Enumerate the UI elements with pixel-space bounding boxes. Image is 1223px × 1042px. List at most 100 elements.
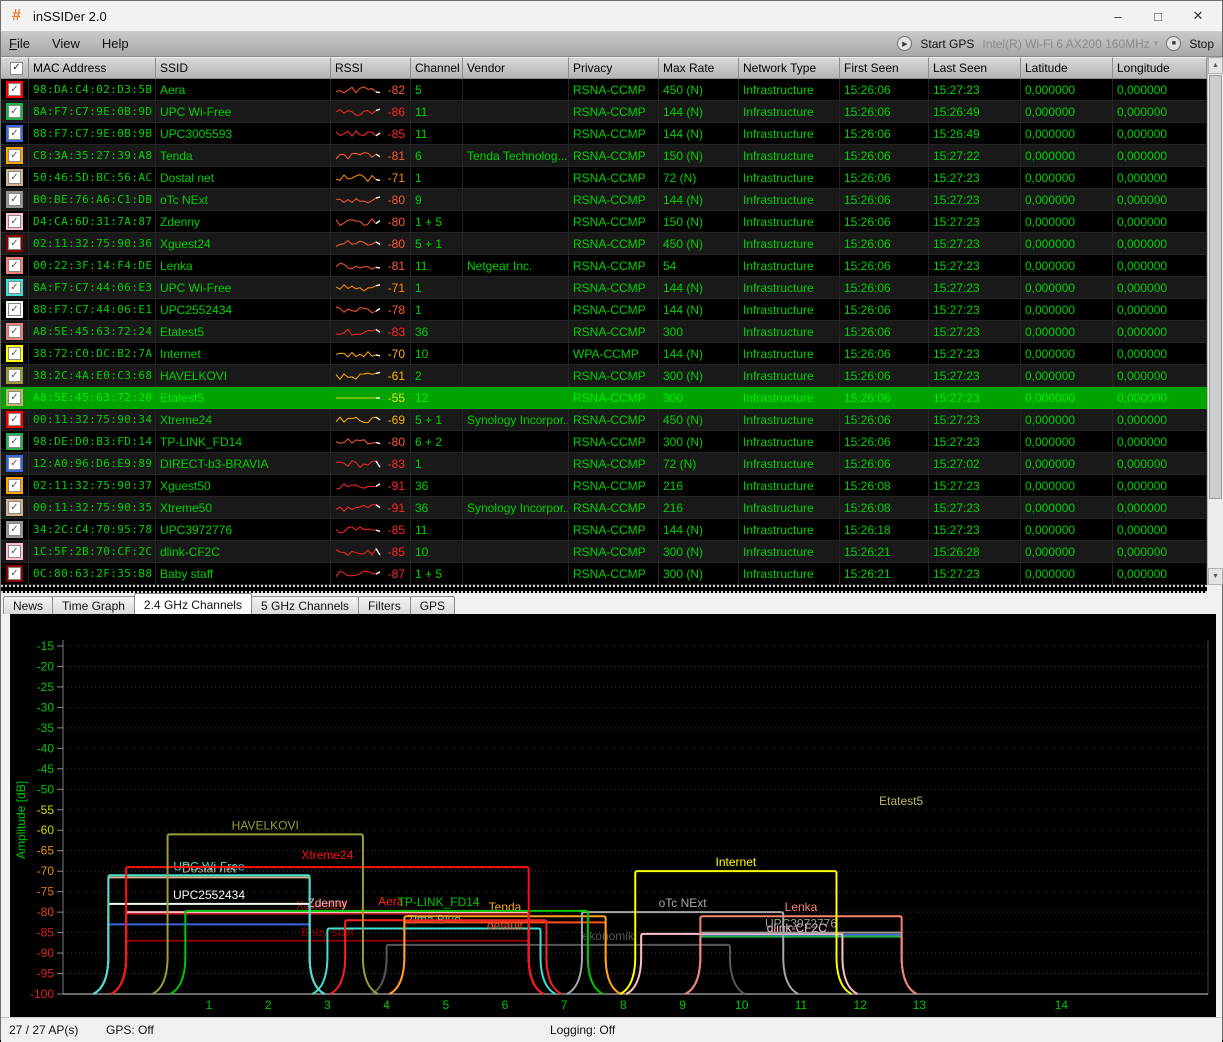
network-checkbox[interactable]: ✓ <box>8 501 21 514</box>
column-header-last-seen[interactable]: Last Seen <box>929 57 1021 79</box>
network-checkbox[interactable]: ✓ <box>8 523 21 536</box>
menu-item-help[interactable]: Help <box>102 36 129 51</box>
network-checkbox[interactable]: ✓ <box>8 567 21 580</box>
table-row[interactable]: ✓38:72:C0:DC:B2:7AInternet-7010WPA-CCMP1… <box>1 343 1207 365</box>
network-checkbox[interactable]: ✓ <box>8 369 21 382</box>
y-tick-label: -25 <box>37 680 55 694</box>
network-checkbox[interactable]: ✓ <box>8 325 21 338</box>
close-icon[interactable]: ✕ <box>1178 1 1218 31</box>
table-cell: 11 <box>411 101 463 123</box>
network-checkbox[interactable]: ✓ <box>8 347 21 360</box>
network-checkbox[interactable]: ✓ <box>8 237 21 250</box>
tab-gps[interactable]: GPS <box>410 596 455 614</box>
chevron-down-icon[interactable]: ▾ <box>1154 38 1159 49</box>
network-checkbox[interactable]: ✓ <box>8 303 21 316</box>
network-checkbox[interactable]: ✓ <box>8 281 21 294</box>
table-row[interactable]: ✓A8:5E:45:63:72:24Etatest5-8336RSNA-CCMP… <box>1 321 1207 343</box>
table-cell: 1 <box>411 277 463 299</box>
start-gps-button[interactable]: Start GPS <box>920 37 974 51</box>
network-checkbox[interactable]: ✓ <box>8 105 21 118</box>
table-row[interactable]: ✓00:11:32:75:90:34Xtreme24-695 + 1Synolo… <box>1 409 1207 431</box>
table-row[interactable]: ✓C8:3A:35:27:39:A8Tenda-816Tenda Technol… <box>1 145 1207 167</box>
select-all-checkbox[interactable]: ✓ <box>10 62 23 75</box>
table-row[interactable]: ✓00:22:3F:14:F4:DELenka-8111Netgear Inc.… <box>1 255 1207 277</box>
column-header-channel[interactable]: Channel <box>411 57 463 79</box>
scroll-down-icon[interactable]: ▼ <box>1208 568 1223 585</box>
table-row[interactable]: ✓38:2C:4A:E0:C3:68HAVELKOVI-612RSNA-CCMP… <box>1 365 1207 387</box>
table-row[interactable]: ✓8A:F7:C7:44:06:E3UPC Wi-Free-711RSNA-CC… <box>1 277 1207 299</box>
adapter-select[interactable]: Intel(R) Wi-Fi 6 AX200 160MHz <box>982 37 1149 51</box>
network-checkbox[interactable]: ✓ <box>8 83 21 96</box>
column-header-ssid[interactable]: SSID <box>156 57 331 79</box>
table-row[interactable]: ✓00:11:32:75:90:35Xtreme50-9136Synology … <box>1 497 1207 519</box>
minimize-icon[interactable]: – <box>1098 1 1138 31</box>
network-checkbox[interactable]: ✓ <box>8 479 21 492</box>
stop-icon[interactable]: ■ <box>1166 36 1181 51</box>
network-checkbox[interactable]: ✓ <box>8 259 21 272</box>
table-row[interactable]: ✓98:DE:D0:B3:FD:14TP-LINK_FD14-806 + 2RS… <box>1 431 1207 453</box>
network-checkbox[interactable]: ✓ <box>8 435 21 448</box>
network-checkbox[interactable]: ✓ <box>8 215 21 228</box>
table-row[interactable]: ✓88:F7:C7:9E:0B:9BUPC3005593-8511RSNA-CC… <box>1 123 1207 145</box>
table-row[interactable]: ✓B0:BE:76:A6:C1:DBoTc NExt-809RSNA-CCMP1… <box>1 189 1207 211</box>
menu-item-view[interactable]: View <box>52 36 80 51</box>
table-row[interactable]: ✓50:46:5D:BC:56:ACDostal net-711RSNA-CCM… <box>1 167 1207 189</box>
rssi-value: -86 <box>384 105 410 119</box>
privacy: RSNA-CCMP <box>573 391 646 405</box>
column-header-mac-address[interactable]: MAC Address <box>29 57 156 79</box>
vendor: Synology Incorpor... <box>467 501 569 515</box>
y-tick-label: -40 <box>37 741 55 755</box>
play-icon[interactable]: ▶ <box>897 36 912 51</box>
mac-address: 02:11:32:75:90:36 <box>33 237 152 250</box>
table-row[interactable]: ✓12:A0:96:D6:E9:89DIRECT-b3-BRAVIA-831RS… <box>1 453 1207 475</box>
table-row[interactable]: ✓34:2C:C4:70:95:78UPC3972776-8511RSNA-CC… <box>1 519 1207 541</box>
tab-5-ghz-channels[interactable]: 5 GHz Channels <box>251 596 359 614</box>
tab-time-graph[interactable]: Time Graph <box>52 596 135 614</box>
vertical-scrollbar[interactable]: ▲ ▼ <box>1207 57 1223 585</box>
table-cell: 15:27:23 <box>929 255 1021 277</box>
network-checkbox[interactable]: ✓ <box>8 171 21 184</box>
ssid: UPC Wi-Free <box>160 105 231 119</box>
menu-item-file[interactable]: File <box>9 36 30 51</box>
network-checkbox[interactable]: ✓ <box>8 193 21 206</box>
tab-2-4-ghz-channels[interactable]: 2.4 GHz Channels <box>134 593 252 614</box>
column-header-network-type[interactable]: Network Type <box>739 57 840 79</box>
channel: 36 <box>415 479 428 493</box>
maximize-icon[interactable]: □ <box>1138 1 1178 31</box>
network-checkbox[interactable]: ✓ <box>8 457 21 470</box>
table-row[interactable]: ✓0C:80:63:2F:35:B8Baby staff-871 + 5RSNA… <box>1 563 1207 585</box>
table-row[interactable]: ✓98:DA:C4:02:D3:5BAera-825RSNA-CCMP450 (… <box>1 79 1207 101</box>
column-header-max-rate[interactable]: Max Rate <box>659 57 739 79</box>
first-seen: 15:26:21 <box>844 545 891 559</box>
network-checkbox[interactable]: ✓ <box>8 391 21 404</box>
network-checkbox[interactable]: ✓ <box>8 413 21 426</box>
network-checkbox[interactable]: ✓ <box>8 545 21 558</box>
column-header-latitude[interactable]: Latitude <box>1021 57 1113 79</box>
table-row[interactable]: ✓8A:F7:C7:9E:0B:9DUPC Wi-Free-8611RSNA-C… <box>1 101 1207 123</box>
table-row[interactable]: ✓02:11:32:75:90:37Xguest50-9136RSNA-CCMP… <box>1 475 1207 497</box>
tab-news[interactable]: News <box>3 596 53 614</box>
column-header-rssi[interactable]: RSSI <box>331 57 411 79</box>
table-cell: Xguest50 <box>156 475 331 497</box>
network-checkbox[interactable]: ✓ <box>8 149 21 162</box>
table-row[interactable]: ✓A8:5E:45:63:72:20Etatest5-5512RSNA-CCMP… <box>1 387 1207 409</box>
table-row[interactable]: ✓02:11:32:75:90:36Xguest24-805 + 1RSNA-C… <box>1 233 1207 255</box>
horizontal-scrollbar[interactable] <box>1 585 1207 593</box>
tab-filters[interactable]: Filters <box>358 596 411 614</box>
privacy: RSNA-CCMP <box>573 523 646 537</box>
network-checkbox[interactable]: ✓ <box>8 127 21 140</box>
stop-button[interactable]: Stop <box>1189 37 1214 51</box>
table-cell: -87 <box>331 563 411 585</box>
table-row[interactable]: ✓88:F7:C7:44:06:E1UPC2552434-781RSNA-CCM… <box>1 299 1207 321</box>
network-type: Infrastructure <box>743 457 814 471</box>
select-all-header[interactable]: ✓ <box>1 57 29 79</box>
column-header-privacy[interactable]: Privacy <box>569 57 659 79</box>
column-header-vendor[interactable]: Vendor <box>463 57 569 79</box>
table-row[interactable]: ✓1C:5F:2B:70:CF:2Cdlink-CF2C-8510RSNA-CC… <box>1 541 1207 563</box>
column-header-longitude[interactable]: Longitude <box>1113 57 1207 79</box>
table-row[interactable]: ✓D4:CA:6D:31:7A:87Zdenny-801 + 5RSNA-CCM… <box>1 211 1207 233</box>
scroll-up-icon[interactable]: ▲ <box>1208 57 1223 74</box>
column-header-first-seen[interactable]: First Seen <box>840 57 929 79</box>
table-cell: RSNA-CCMP <box>569 277 659 299</box>
scrollbar-thumb[interactable] <box>1209 75 1222 499</box>
